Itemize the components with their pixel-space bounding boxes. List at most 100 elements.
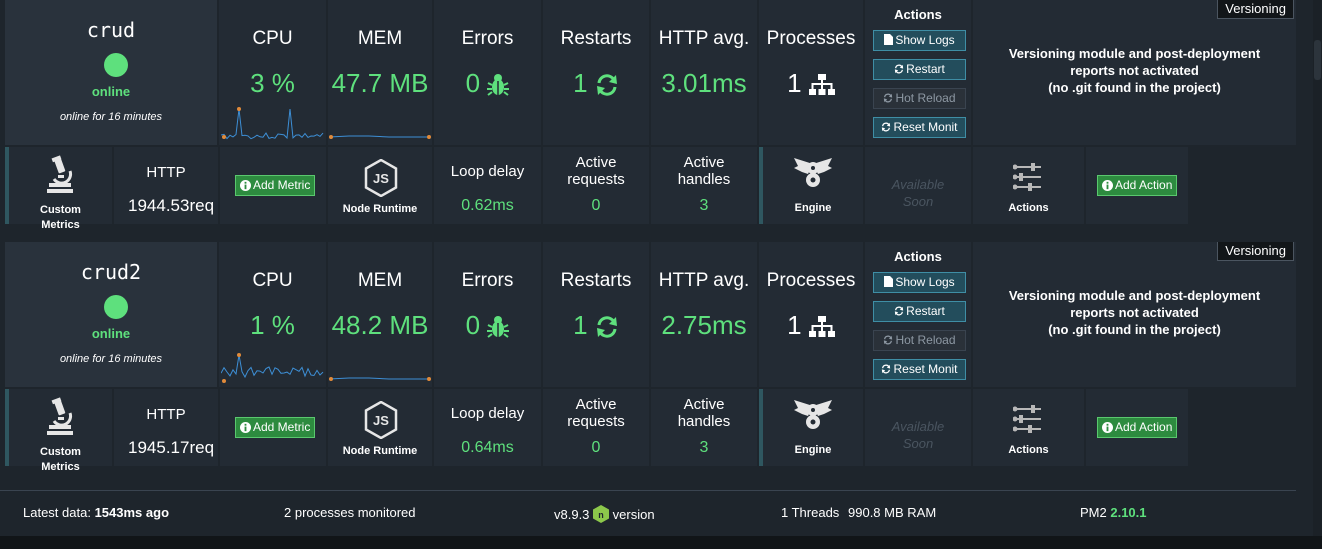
available-soon-line2: Soon: [902, 194, 934, 209]
actions-panel-label: Actions: [1008, 444, 1049, 456]
active-handles-title: Active handles: [651, 396, 757, 430]
restart-button[interactable]: Restart: [873, 301, 966, 322]
show-logs-label: Show Logs: [895, 33, 955, 47]
nodejs-hex-icon: n: [593, 505, 613, 523]
scrollbar-thumb[interactable]: [1314, 40, 1321, 80]
processes-monitored: 2 processes monitored: [284, 505, 416, 520]
active-requests-line1: Active: [575, 396, 617, 413]
restart-button[interactable]: Restart: [873, 59, 966, 80]
processes-value: 1: [787, 310, 802, 340]
add-action-label: Add Action: [1115, 178, 1173, 192]
add-metric-button[interactable]: Add Metric: [235, 417, 316, 438]
status-dot: [104, 53, 128, 77]
engine-label: Engine: [794, 202, 832, 214]
http-avg-value: 2.75ms: [661, 310, 747, 340]
cpu-title: CPU: [252, 28, 293, 49]
http-title: HTTP: [146, 406, 186, 423]
mem-cell: MEM 48.2 MB: [328, 242, 432, 387]
active-requests-title: Active requests: [543, 396, 649, 430]
restarts-title: Restarts: [560, 28, 632, 49]
hot-reload-label: Hot Reload: [895, 91, 956, 105]
loop-delay-title: Loop delay: [450, 163, 525, 180]
engine-cell[interactable]: Engine: [759, 147, 863, 224]
active-handles-line2: handles: [677, 413, 731, 430]
http-value: 1945.17req: [128, 438, 215, 457]
custom-metrics-cell[interactable]: Custom Metrics: [5, 389, 112, 473]
scrollbar-track[interactable]: [1313, 0, 1322, 549]
node-version-value: v8.9.3: [554, 507, 590, 522]
active-handles-cell: Active handles 3: [651, 389, 757, 466]
status-dot: [104, 295, 128, 319]
http-avg-title: HTTP avg.: [658, 28, 750, 49]
available-soon-line1: Available: [891, 419, 945, 434]
add-action-button[interactable]: Add Action: [1097, 175, 1178, 196]
restarts-cell: Restarts 1: [543, 242, 649, 387]
mem-value: 48.2 MB: [331, 310, 429, 340]
custom-metrics-cell[interactable]: Custom Metrics: [5, 147, 112, 231]
available-soon-cell: Available Soon: [865, 147, 971, 224]
ram: 990.8 MB RAM: [848, 505, 937, 520]
active-requests-line2: requests: [567, 413, 625, 430]
add-metric-button[interactable]: Add Metric: [235, 175, 316, 196]
process-name-cell: crud2 online online for 16 minutes: [5, 242, 217, 387]
custom-metrics-line2: Metrics: [41, 219, 80, 231]
refresh-icon: [881, 120, 893, 134]
refresh-icon: [883, 91, 895, 105]
custom-metrics-label: Custom Metrics: [9, 203, 112, 233]
loop-delay-value: 0.64ms: [461, 439, 514, 456]
show-logs-label: Show Logs: [895, 275, 955, 289]
http-avg-title: HTTP avg.: [658, 270, 750, 291]
actions-panel-cell[interactable]: Actions: [973, 389, 1084, 466]
available-soon-text: Available Soon: [865, 176, 971, 210]
versioning-line2: reports not activated: [1070, 63, 1199, 78]
loop-delay-cell: Loop delay 0.64ms: [434, 389, 541, 466]
active-handles-value: 3: [699, 197, 709, 214]
sitemap-icon: [808, 68, 835, 98]
show-logs-button[interactable]: Show Logs: [873, 30, 966, 51]
pm2-version-value: 2.10.1: [1110, 505, 1147, 520]
hot-reload-button[interactable]: Hot Reload: [873, 330, 966, 351]
node-runtime-cell[interactable]: JS Node Runtime: [328, 389, 432, 466]
errors-cell: Errors 0: [434, 0, 541, 145]
process-name: crud: [86, 18, 136, 42]
sliders-icon: [1012, 163, 1043, 196]
mem-title: MEM: [357, 28, 403, 49]
actions-cell: Actions Show Logs Restart Hot Reload Res…: [865, 0, 971, 145]
show-logs-button[interactable]: Show Logs: [873, 272, 966, 293]
add-action-button[interactable]: Add Action: [1097, 417, 1178, 438]
microscope-icon: [46, 155, 74, 200]
node-runtime-label: Node Runtime: [342, 445, 418, 457]
actions-panel-cell[interactable]: Actions: [973, 147, 1084, 224]
http-value: 1944.53req: [128, 196, 215, 215]
info-icon: [240, 420, 253, 434]
add-action-cell: Add Action: [1086, 389, 1188, 466]
errors-title: Errors: [461, 28, 514, 49]
refresh-icon: [595, 68, 619, 98]
errors-value: 0: [465, 68, 481, 98]
add-metric-label: Add Metric: [253, 420, 311, 434]
add-action-cell: Add Action: [1086, 147, 1188, 224]
status-text: online: [91, 326, 131, 341]
refresh-icon: [883, 333, 895, 347]
http-avg-cell: HTTP avg. 3.01ms: [651, 0, 757, 145]
cpu-title: CPU: [252, 270, 293, 291]
engine-cell[interactable]: Engine: [759, 389, 863, 466]
active-handles-line2: handles: [677, 171, 731, 188]
reset-monit-button[interactable]: Reset Monit: [873, 117, 966, 138]
loop-delay-cell: Loop delay 0.62ms: [434, 147, 541, 224]
node-runtime-cell[interactable]: JS Node Runtime: [328, 147, 432, 224]
refresh-icon: [894, 62, 906, 76]
actions-title: Actions: [894, 7, 942, 22]
process-card-crud2: crud2 online online for 16 minutes CPU 1…: [0, 242, 1296, 473]
actions-panel-label: Actions: [1008, 202, 1049, 214]
active-handles-title: Active handles: [651, 154, 757, 188]
versioning-cell: Versioning Versioning module and post-de…: [973, 0, 1296, 145]
versioning-line3: (no .git found in the project): [1048, 322, 1221, 337]
active-handles-line1: Active: [683, 154, 725, 171]
version-label: version: [612, 507, 655, 522]
cpu-sparkline: [221, 107, 324, 140]
mem-title: MEM: [357, 270, 403, 291]
reset-monit-button[interactable]: Reset Monit: [873, 359, 966, 380]
available-soon-cell: Available Soon: [865, 389, 971, 466]
hot-reload-button[interactable]: Hot Reload: [873, 88, 966, 109]
